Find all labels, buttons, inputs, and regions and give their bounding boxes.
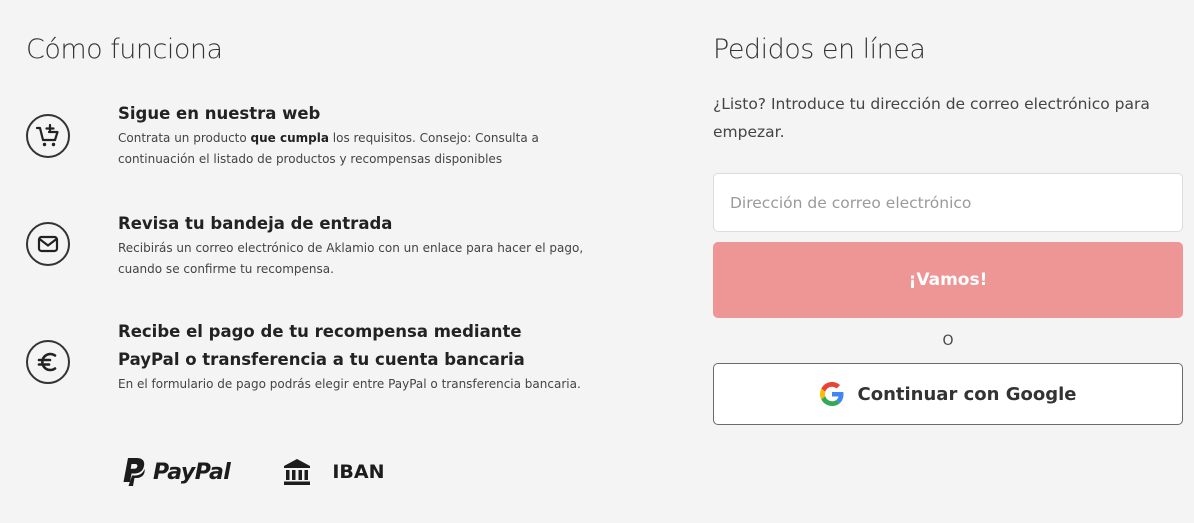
mail-icon bbox=[26, 222, 70, 266]
paypal-logo: PayPal bbox=[122, 457, 231, 487]
iban-label: IBAN bbox=[332, 461, 385, 483]
google-signin-button[interactable]: Continuar con Google bbox=[713, 363, 1183, 425]
submit-button[interactable]: ¡Vamos! bbox=[713, 242, 1183, 318]
bank-icon bbox=[284, 459, 311, 485]
payment-methods: PayPal IBAN bbox=[122, 457, 385, 487]
step-title: Revisa tu bandeja de entrada bbox=[118, 214, 393, 233]
step-body: Recibe el pago de tu recompensa mediante… bbox=[118, 318, 588, 395]
step-body: Revisa tu bandeja de entrada Recibirás u… bbox=[118, 210, 588, 280]
iban-logo: IBAN bbox=[282, 457, 385, 487]
step-text: Contrata un producto que cumpla los requ… bbox=[118, 131, 539, 166]
step-text: Recibirás un correo electrónico de Aklam… bbox=[118, 241, 584, 276]
how-it-works-title: Cómo funciona bbox=[26, 34, 223, 65]
step-body: Sigue en nuestra web Contrata un product… bbox=[118, 100, 588, 170]
google-icon bbox=[819, 382, 843, 406]
step-title: Recibe el pago de tu recompensa mediante… bbox=[118, 322, 525, 369]
step-text: En el formulario de pago podrás elegir e… bbox=[118, 377, 581, 391]
paypal-icon bbox=[123, 458, 145, 486]
or-separator: O bbox=[942, 333, 954, 349]
cart-icon bbox=[26, 114, 70, 158]
paypal-label: PayPal bbox=[153, 459, 231, 485]
euro-icon bbox=[26, 340, 70, 384]
email-field[interactable] bbox=[713, 173, 1183, 232]
step-text-emphasis: que cumpla bbox=[250, 131, 329, 145]
google-button-label: Continuar con Google bbox=[857, 383, 1077, 405]
online-orders-intro: ¿Listo? Introduce tu dirección de correo… bbox=[713, 95, 1150, 141]
online-orders-title: Pedidos en línea bbox=[713, 34, 926, 65]
step-title: Sigue en nuestra web bbox=[118, 104, 321, 123]
